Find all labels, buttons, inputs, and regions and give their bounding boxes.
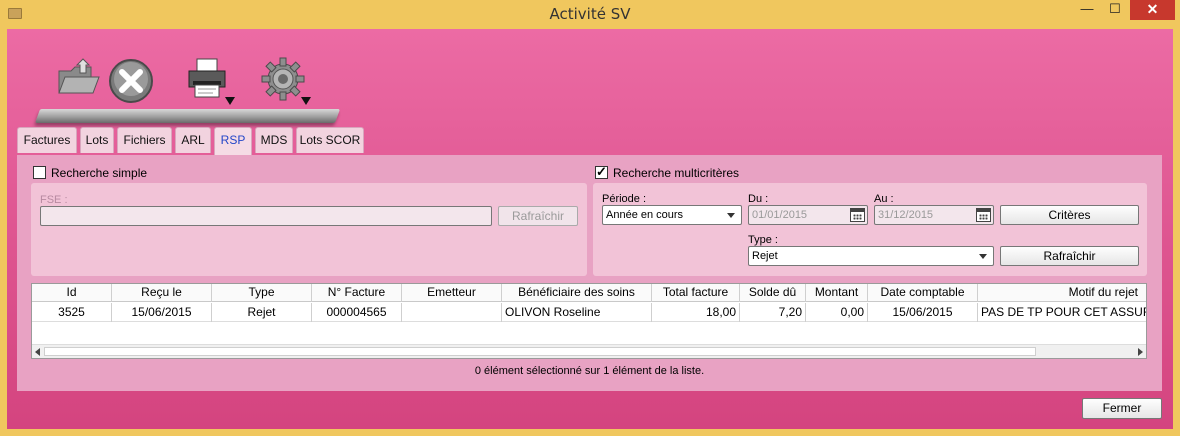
close-button[interactable]: Fermer [1082,398,1162,419]
table-row[interactable]: 3525 15/06/2015 Rejet 000004565 OLIVON R… [32,303,1147,322]
title-bar: Activité SV — ☐ ✕ [0,0,1180,29]
column-header[interactable]: Reçu le [112,284,212,302]
window-client-area: Factures Lots Fichiers ARL RSP MDS Lots … [7,29,1173,429]
simple-search-group: FSE : Rafraîchir [31,183,587,276]
cell-invoice-number: 000004565 [312,303,402,322]
period-dropdown-arrow-icon [727,213,735,218]
column-header[interactable]: Montant [806,284,868,302]
criteria-button[interactable]: Critères [1000,205,1139,225]
scroll-left-icon[interactable] [35,348,40,356]
table-header: Id Reçu le Type N° Facture Emetteur Béné… [32,284,1146,302]
period-select[interactable]: Année en cours [602,205,742,225]
tab-arl[interactable]: ARL [175,127,211,153]
print-dropdown-arrow-icon[interactable] [225,97,235,105]
settings-button[interactable] [259,55,311,111]
from-date-value: 01/01/2015 [752,209,808,221]
maximize-button[interactable]: ☐ [1102,0,1128,20]
to-label: Au : [874,193,894,205]
folder-open-icon [58,58,100,94]
multi-refresh-button[interactable]: Rafraîchir [1000,246,1139,266]
scroll-right-icon[interactable] [1138,348,1143,356]
period-label: Période : [602,193,647,205]
cell-accounting-date: 15/06/2015 [868,303,978,322]
open-folder-button[interactable] [55,55,103,111]
tab-rsp[interactable]: RSP [214,127,252,155]
printer-icon [188,58,226,98]
multi-search-label: Recherche multicritères [613,166,740,180]
cell-reject-reason: PAS DE TP POUR CET ASSURE [981,305,1147,319]
simple-refresh-button[interactable]: Rafraîchir [498,206,578,226]
simple-search-toggle[interactable]: Recherche simple [33,166,193,182]
column-header[interactable]: Id [32,284,112,302]
tab-lots[interactable]: Lots [80,127,114,153]
column-header[interactable]: Total facture [652,284,740,302]
to-date-input[interactable]: 31/12/2015 [874,205,994,225]
results-table[interactable]: Id Reçu le Type N° Facture Emetteur Béné… [31,283,1147,359]
tab-mds[interactable]: MDS [255,127,293,153]
window-title: Activité SV [549,5,631,23]
minimize-button[interactable]: — [1074,0,1100,20]
from-label: Du : [748,193,769,205]
tab-lots-scor[interactable]: Lots SCOR [296,127,364,153]
print-button[interactable] [183,55,235,111]
column-header[interactable]: Emetteur [402,284,502,302]
type-value: Rejet [752,250,778,262]
calendar-icon[interactable] [976,208,991,222]
gear-icon [261,57,305,101]
close-window-button[interactable]: ✕ [1130,0,1175,20]
cancel-x-icon [109,59,153,103]
cell-total-invoice: 18,00 [652,303,740,322]
cell-type: Rejet [212,303,312,322]
simple-search-checkbox[interactable] [33,166,46,179]
cell-received-date: 15/06/2015 [112,303,212,322]
period-value: Année en cours [606,209,684,221]
selection-status: 0 élément sélectionné sur 1 élément de l… [474,365,705,377]
cell-amount: 0,00 [806,303,868,322]
tab-factures[interactable]: Factures [17,127,77,153]
toolbar-shelf [35,109,341,123]
column-header[interactable]: Date comptable [868,284,978,302]
type-select[interactable]: Rejet [748,246,994,266]
cell-balance-due: 7,20 [740,303,806,322]
settings-dropdown-arrow-icon[interactable] [301,97,311,105]
multi-search-toggle[interactable]: Recherche multicritères [595,165,795,182]
simple-search-label: Recherche simple [51,166,148,180]
cell-id: 3525 [32,303,112,322]
cell-beneficiary: OLIVON Roseline [502,303,652,322]
column-header[interactable]: Type [212,284,312,302]
column-header[interactable]: N° Facture [312,284,402,302]
from-date-input[interactable]: 01/01/2015 [748,205,868,225]
calendar-icon[interactable] [850,208,865,222]
column-header[interactable]: Bénéficiaire des soins [502,284,652,302]
cancel-button[interactable] [105,55,153,111]
horizontal-scrollbar[interactable] [32,344,1146,358]
fse-label: FSE : [40,194,68,206]
type-label: Type : [748,234,778,246]
scrollbar-thumb[interactable] [44,347,1036,356]
column-header[interactable]: Motif du rejet [978,284,1146,302]
tab-fichiers[interactable]: Fichiers [117,127,172,153]
column-header[interactable]: Solde dû [740,284,806,302]
cell-issuer [402,303,502,322]
type-dropdown-arrow-icon [979,254,987,259]
to-date-value: 31/12/2015 [878,209,934,221]
fse-input[interactable] [40,206,492,226]
multi-search-checkbox[interactable] [595,165,608,179]
multi-search-group: Période : Année en cours Du : 01/01/2015… [593,183,1147,276]
